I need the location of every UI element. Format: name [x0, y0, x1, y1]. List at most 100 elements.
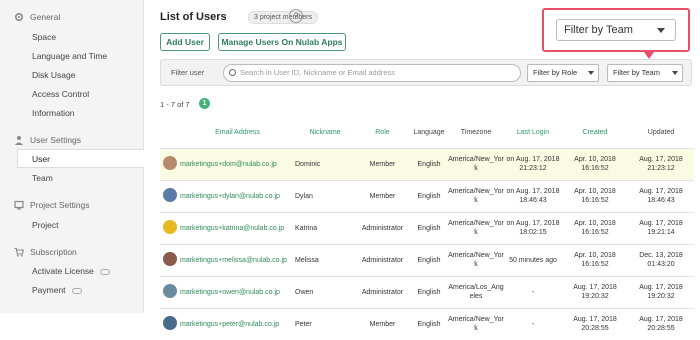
user-avatar [163, 315, 177, 330]
sidebar-item-label: Activate License [32, 266, 94, 276]
column-nickname[interactable]: Nickname [295, 118, 355, 148]
sidebar-item-space[interactable]: Space [32, 32, 56, 42]
timezone-cell: America/New_York [448, 243, 504, 276]
callout-pointer [644, 52, 654, 59]
search-icon [229, 69, 236, 76]
table-header-row: Email Address Nickname Role Language Tim… [160, 118, 694, 148]
updated-cell: Aug. 17, 2018 18:46:43 [628, 179, 694, 212]
select-label: Filter by Team [613, 68, 660, 77]
sidebar-item-disk-usage[interactable]: Disk Usage [32, 70, 75, 80]
sidebar-item-access-control[interactable]: Access Control [32, 89, 89, 99]
section-title: Subscription [30, 247, 77, 257]
user-avatar [163, 155, 177, 170]
monitor-icon [14, 200, 24, 210]
created-cell: Apr. 10, 2018 16:16:52 [562, 243, 628, 276]
table-row[interactable]: marketingus+katrina@nulab.co.jp Katrina … [160, 211, 694, 244]
table-row[interactable]: marketingus+dylan@nulab.co.jp Dylan Memb… [160, 179, 694, 212]
search-placeholder: Search in User ID, Nickname or Email add… [240, 68, 396, 77]
email-cell[interactable]: marketingus+dylan@nulab.co.jp [180, 179, 295, 212]
users-icon [15, 136, 23, 145]
sidebar-item-project[interactable]: Project [32, 220, 58, 230]
email-cell[interactable]: marketingus+owen@nulab.co.jp [180, 275, 295, 308]
section-title: General [30, 12, 61, 22]
email-cell[interactable]: marketingus+melissa@nulab.co.jp [180, 243, 295, 276]
updated-cell: Aug. 17, 2018 21:23:12 [628, 147, 694, 180]
last-login-cell: on Aug. 17, 2018 21:23:12 [504, 147, 562, 180]
avatar [160, 243, 180, 276]
section-subscription: Subscription [14, 247, 77, 257]
created-cell: Apr. 10, 2018 16:16:52 [562, 147, 628, 180]
select-label: Filter by Role [533, 68, 578, 77]
role-cell: Administrator [355, 211, 410, 244]
section-project-settings: Project Settings [14, 200, 90, 210]
search-input[interactable]: Search in User ID, Nickname or Email add… [223, 64, 521, 82]
help-icon[interactable]: ? [289, 9, 303, 23]
nickname-cell: Dylan [295, 179, 355, 212]
sidebar-item-label: Payment [32, 285, 66, 295]
avatar [160, 179, 180, 212]
sidebar-item-user[interactable]: User [17, 149, 144, 168]
avatar [160, 147, 180, 180]
section-title: Project Settings [30, 200, 90, 210]
column-role[interactable]: Role [355, 118, 410, 148]
sidebar-item-information[interactable]: Information [32, 108, 75, 118]
chevron-down-icon [657, 28, 665, 33]
language-cell: English [410, 147, 448, 180]
filter-by-team-select[interactable]: Filter by Team [607, 64, 683, 82]
timezone-cell: America/New_York [448, 147, 504, 180]
column-email[interactable]: Email Address [180, 118, 295, 148]
column-updated: Updated [647, 129, 675, 137]
updated-cell: Aug. 17, 2018 19:20:32 [628, 275, 694, 308]
chevron-down-icon [588, 71, 594, 75]
last-login-cell: 50 minutes ago [504, 243, 562, 276]
email-cell[interactable]: marketingus+dom@nulab.co.jp [180, 147, 295, 180]
user-avatar [163, 251, 177, 266]
email-cell[interactable]: marketingus+katrina@nulab.co.jp [180, 211, 295, 244]
nickname-cell: Melissa [295, 243, 355, 276]
user-avatar [163, 219, 177, 234]
created-cell: Aug. 17, 2018 19:20:32 [562, 275, 628, 308]
cloud-icon [71, 287, 82, 294]
updated-cell: Aug. 17, 2018 19:21:14 [628, 211, 694, 244]
project-members-badge: 3 project members [248, 11, 318, 24]
sidebar-item-language-and-time[interactable]: Language and Time [32, 51, 107, 61]
sidebar-item-label: User [32, 154, 50, 164]
table-row[interactable]: marketingus+melissa@nulab.co.jp Melissa … [160, 243, 694, 276]
page-number[interactable]: 1 [199, 98, 210, 109]
filter-by-role-select[interactable]: Filter by Role [527, 64, 599, 82]
user-avatar [163, 187, 177, 202]
sidebar-item-activate-license[interactable]: Activate License [32, 266, 110, 276]
page-title: List of Users [160, 11, 227, 23]
column-language: Language [413, 129, 445, 137]
filter-by-team-zoomed-select: Filter by Team [556, 19, 676, 41]
table-row[interactable]: marketingus+dom@nulab.co.jp Dominic Memb… [160, 147, 694, 180]
user-avatar [163, 283, 177, 298]
sidebar-item-payment[interactable]: Payment [32, 285, 82, 295]
callout-label: Filter by Team [564, 24, 633, 36]
cloud-icon [99, 268, 110, 275]
sidebar: General Space Language and Time Disk Usa… [0, 0, 144, 313]
language-cell: English [410, 179, 448, 212]
role-cell: Member [355, 179, 410, 212]
add-user-button[interactable]: Add User [160, 33, 210, 51]
sidebar-item-team[interactable]: Team [32, 173, 53, 183]
table-row[interactable]: marketingus+owen@nulab.co.jp Owen Admini… [160, 275, 694, 308]
nickname-cell: Katrina [295, 211, 355, 244]
gear-icon [14, 12, 24, 22]
column-created[interactable]: Created [562, 118, 628, 148]
nickname-cell: Owen [295, 275, 355, 308]
language-cell: English [410, 275, 448, 308]
timezone-cell: America/New_York [448, 211, 504, 244]
created-cell: Apr. 10, 2018 16:16:52 [562, 179, 628, 212]
column-last-login[interactable]: Last Login [504, 118, 562, 148]
filter-user-label: Filter user [171, 68, 205, 77]
column-timezone: Timezone [460, 129, 492, 137]
chevron-down-icon [672, 71, 678, 75]
last-login-cell: on Aug. 17, 2018 18:46:43 [504, 179, 562, 212]
last-login-cell: on Aug. 17, 2018 18:02:15 [504, 211, 562, 244]
avatar [160, 211, 180, 244]
section-general: General [14, 12, 60, 22]
role-cell: Administrator [355, 275, 410, 308]
section-title: User Settings [30, 135, 82, 145]
manage-users-nulab-apps-button[interactable]: Manage Users On Nulab Apps [218, 33, 346, 51]
